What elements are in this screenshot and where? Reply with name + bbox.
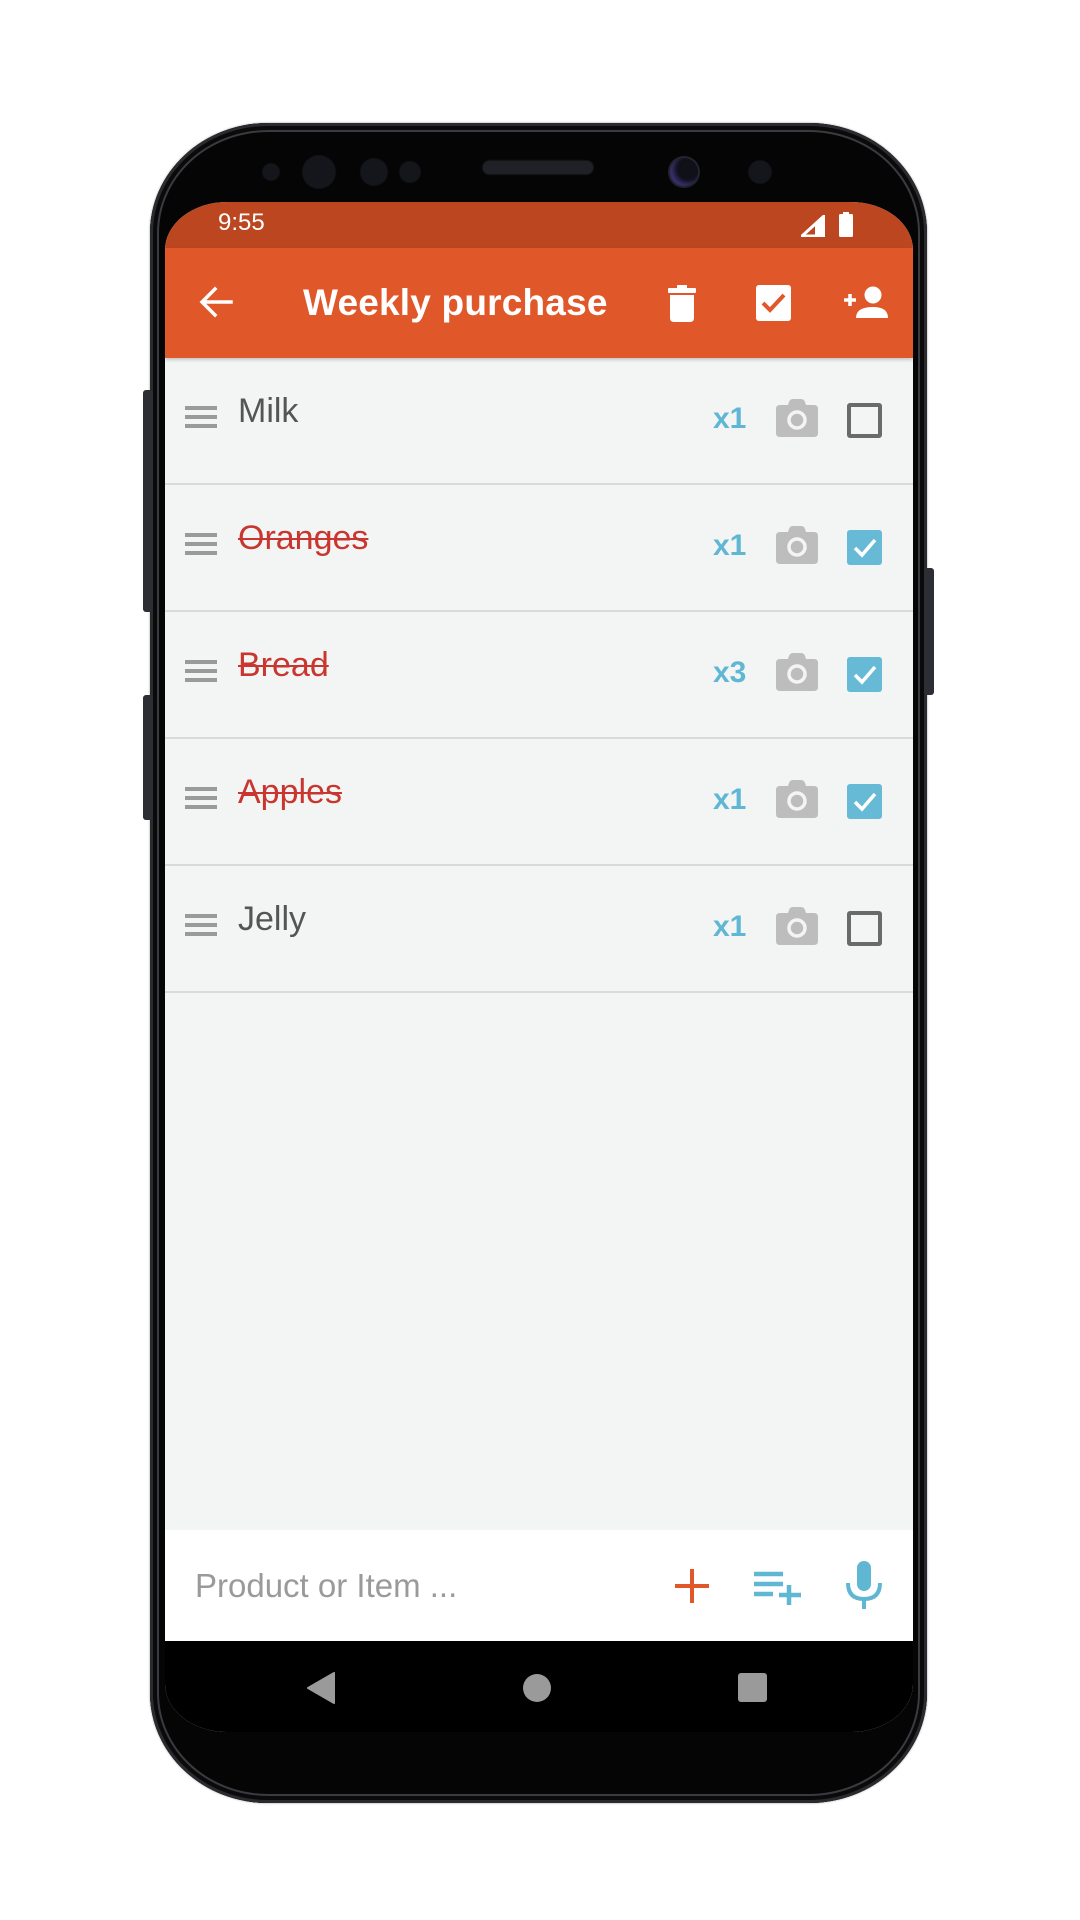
item-name[interactable]: Oranges <box>238 519 368 558</box>
item-name[interactable]: Milk <box>238 392 298 431</box>
camera-icon[interactable] <box>776 653 818 691</box>
list-item[interactable]: Bread x3 <box>165 612 913 739</box>
drag-handle-icon[interactable] <box>185 533 217 555</box>
proximity-sensor <box>263 164 279 180</box>
delete-list-button[interactable] <box>668 285 696 322</box>
item-name[interactable]: Jelly <box>238 900 306 939</box>
status-bar: 9:55 <box>165 202 913 248</box>
back-button[interactable] <box>199 286 233 318</box>
camera-icon[interactable] <box>776 399 818 437</box>
item-quantity[interactable]: x1 <box>713 402 746 436</box>
iris-led <box>361 159 387 185</box>
item-checkbox[interactable] <box>847 784 882 819</box>
item-name[interactable]: Apples <box>238 773 342 812</box>
list-item[interactable]: Jelly x1 <box>165 866 913 993</box>
power-button <box>924 568 934 695</box>
add-multiple-button[interactable] <box>753 1570 803 1606</box>
item-checkbox[interactable] <box>847 911 882 946</box>
drag-handle-icon[interactable] <box>185 660 217 682</box>
light-sensor <box>400 162 420 182</box>
nav-home-button[interactable] <box>523 1674 551 1702</box>
item-quantity[interactable]: x3 <box>713 656 746 690</box>
earpiece-speaker <box>483 161 593 174</box>
list-item[interactable]: Milk x1 <box>165 358 913 485</box>
item-quantity[interactable]: x1 <box>713 529 746 563</box>
item-checkbox[interactable] <box>847 403 882 438</box>
nav-recents-button[interactable] <box>738 1673 767 1702</box>
voice-input-button[interactable] <box>846 1561 882 1609</box>
camera-icon[interactable] <box>776 780 818 818</box>
sensor-dot <box>749 161 771 183</box>
list-item[interactable]: Oranges x1 <box>165 485 913 612</box>
add-item-button[interactable] <box>675 1568 709 1604</box>
add-item-bar <box>165 1530 913 1641</box>
item-quantity[interactable]: x1 <box>713 783 746 817</box>
camera-icon[interactable] <box>776 907 818 945</box>
drag-handle-icon[interactable] <box>185 406 217 428</box>
add-person-button[interactable] <box>842 286 888 318</box>
screen: 9:55 Weekly purchase Milk x1 Oranges x1 … <box>165 202 913 1732</box>
check-all-button[interactable] <box>756 285 791 321</box>
page-title: Weekly purchase <box>303 282 608 323</box>
product-input[interactable] <box>195 1560 635 1612</box>
volume-up-button <box>143 390 153 612</box>
item-quantity[interactable]: x1 <box>713 910 746 944</box>
drag-handle-icon[interactable] <box>185 914 217 936</box>
system-nav-bar <box>165 1641 913 1732</box>
item-name[interactable]: Bread <box>238 646 329 685</box>
list-item[interactable]: Apples x1 <box>165 739 913 866</box>
battery-icon <box>839 212 853 237</box>
bixby-button <box>143 695 153 820</box>
app-bar: Weekly purchase <box>165 248 913 358</box>
front-camera <box>670 158 698 186</box>
item-checkbox[interactable] <box>847 530 882 565</box>
drag-handle-icon[interactable] <box>185 787 217 809</box>
status-time: 9:55 <box>218 209 265 236</box>
camera-icon[interactable] <box>776 526 818 564</box>
iris-scanner <box>303 156 335 188</box>
item-checkbox[interactable] <box>847 657 882 692</box>
signal-icon <box>801 215 825 237</box>
nav-back-button[interactable] <box>307 1672 335 1704</box>
